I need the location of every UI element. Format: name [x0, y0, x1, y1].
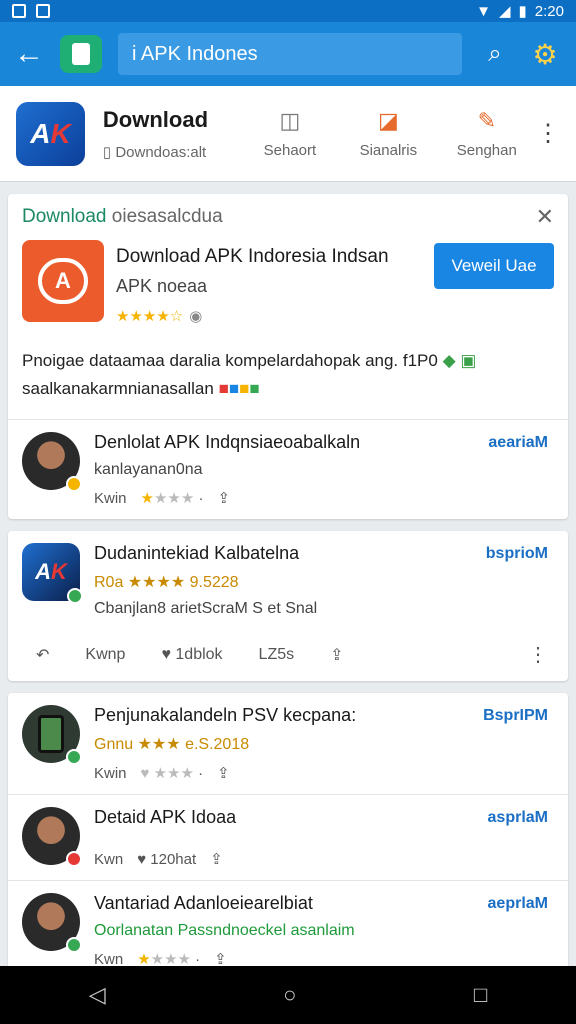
gear-icon[interactable]: ⚙: [528, 38, 562, 71]
action-link[interactable]: BsprIPM: [483, 707, 548, 725]
meta-label: Kwin: [94, 489, 127, 507]
rating-stars: ★★★★ ·: [140, 490, 204, 507]
list-item[interactable]: AK Dudanintekiad Kalbatelna R0a ★★★★ 9.5…: [8, 531, 568, 630]
post-actions: ↶ Kwnp ♥ 1dblok LZ5s ⇪ ⋮: [8, 630, 568, 681]
battery-icon: ▮: [518, 3, 527, 20]
apk-app-icon: AK: [22, 543, 83, 604]
header-tab-3[interactable]: ✎ Senghan: [438, 108, 536, 159]
promo-app-icon[interactable]: A: [22, 240, 104, 322]
system-nav-bar: ◁ ○ □: [0, 966, 576, 1024]
header-tab-1-label: Sehaort: [263, 142, 317, 159]
promo-label-a: Download: [22, 206, 107, 227]
status-bar: ▼ ◢ ▮ 2:20: [0, 0, 576, 22]
app-bar: ← i APK Indones ⌕ ⚙: [0, 22, 576, 86]
list-item-sub: Oorlanatan Passndnoeckel asanlaim: [94, 922, 355, 939]
avatar: [22, 432, 82, 492]
meta-label: Kwn: [94, 850, 124, 868]
like-button[interactable]: ♥ 1dblok: [161, 646, 222, 664]
search-query: i APK Indones: [132, 42, 258, 65]
header-tab-2[interactable]: ◪ Sianalris: [339, 108, 437, 159]
clock: 2:20: [534, 2, 564, 20]
header-tab-1[interactable]: ◫ Sehaort: [241, 108, 339, 159]
list-item[interactable]: Penjunakalandeln PSV kecpana: Gnnu ★★★ e…: [8, 693, 568, 794]
reply-icon[interactable]: ↶: [36, 645, 49, 665]
share-icon[interactable]: ⇪: [330, 645, 343, 665]
chat-icon: ◫: [279, 108, 301, 133]
list-item-title: Denlolat APK Indqnsiaeoabalkaln: [94, 432, 361, 452]
emoji-badges-icon: ■: [218, 379, 229, 398]
header-subtitle-text: Downdoas:alt: [115, 143, 207, 161]
signal-icon: ◢: [498, 3, 511, 20]
action-link[interactable]: asprlaM: [488, 809, 548, 827]
mail-icon: [36, 4, 50, 18]
post-card: AK Dudanintekiad Kalbatelna R0a ★★★★ 9.5…: [8, 531, 568, 681]
list-item-rating: R0a ★★★★ 9.5228: [94, 574, 239, 591]
action-3[interactable]: LZ5s: [259, 646, 295, 664]
back-arrow-icon[interactable]: ←: [14, 37, 44, 71]
page-title: Download: [102, 106, 209, 132]
avatar: [22, 893, 82, 953]
list-card: Penjunakalandeln PSV kecpana: Gnnu ★★★ e…: [8, 693, 568, 980]
share-icon[interactable]: ⇪: [217, 489, 230, 507]
meta-label: Kwin: [94, 764, 127, 782]
search-icon[interactable]: ⌕: [478, 40, 512, 68]
list-item-meta: Kwin ★★★★ · ⇪: [94, 489, 554, 508]
list-item-meta: Kwin ♥ ★★★ · ⇪: [94, 764, 554, 783]
list-item-title: Vantariad Adanloeiearelbiat: [94, 893, 313, 913]
wifi-icon: ▼: [476, 2, 491, 20]
action-link[interactable]: bsprioM: [486, 545, 548, 563]
rating-stars: ♥ ★★★ ·: [140, 765, 204, 782]
like-count: ♥ 120hat: [137, 850, 197, 868]
list-item[interactable]: Detaid APK Idoaa Kwn ♥ 120hat ⇪ asprlaM: [8, 794, 568, 880]
promo-card: Download oiesasalcdua ✕ A Download APK I…: [8, 194, 568, 519]
share-icon[interactable]: ⇪: [217, 764, 230, 782]
list-item-sub: Gnnu ★★★ e.S.2018: [94, 736, 250, 753]
promo-label-b: oiesasalcdua: [111, 206, 223, 227]
phone-app-icon: [22, 705, 82, 765]
inbox-icon: ◪: [377, 108, 399, 133]
share-icon[interactable]: ⇪: [210, 850, 223, 868]
action-link[interactable]: aeprlaM: [488, 895, 548, 913]
list-item[interactable]: Vantariad Adanloeiearelbiat Oorlanatan P…: [8, 880, 568, 980]
header-tab-2-label: Sianalris: [359, 142, 418, 159]
home-icon[interactable]: ○: [283, 982, 296, 1008]
promo-stars: ★★★★☆: [116, 308, 184, 325]
meta-label: Kwn: [94, 950, 124, 968]
globe-icon: ◉: [189, 308, 203, 325]
like-count-value: 120hat: [150, 850, 197, 868]
list-item-meta: Kwn ♥ 120hat ⇪: [94, 850, 554, 869]
list-item[interactable]: Denlolat APK Indqnsiaeoabalkaln kanlayan…: [8, 419, 568, 519]
more-menu-icon[interactable]: ⋮: [536, 119, 560, 148]
install-button[interactable]: Veweil Uae: [434, 243, 554, 289]
back-icon[interactable]: ◁: [89, 982, 106, 1008]
badge-icons: ◆ ▣: [442, 351, 477, 370]
app-header: AK Download ▯ Downdoas:alt ◫ Sehaort ◪ S…: [0, 86, 576, 182]
store-bag-icon[interactable]: [60, 35, 102, 73]
avatar: [22, 807, 82, 867]
list-item-sub: Cbanjlan8 arietScraM S et Snal: [94, 600, 318, 617]
promo-desc-line1: Pnoigae dataamaa daralia kompelardahopak…: [22, 351, 438, 370]
promo-rating: ★★★★☆ ◉: [116, 307, 554, 325]
action-1[interactable]: Kwnp: [85, 646, 125, 664]
list-item-sub: kanlayanan0na: [94, 461, 203, 478]
header-subtitle: ▯ Downdoas:alt: [102, 143, 207, 161]
notification-icon: [12, 4, 26, 18]
promo-description: Pnoigae dataamaa daralia kompelardahopak…: [22, 351, 477, 398]
promo-desc-line2: saalkanakarmnianasallan: [22, 379, 214, 398]
close-icon[interactable]: ✕: [536, 204, 554, 230]
like-count: 1dblok: [175, 645, 223, 663]
edit-icon: ✎: [477, 108, 497, 133]
apk-logo: AK: [16, 101, 85, 166]
more-options-icon[interactable]: ⋮: [528, 642, 548, 667]
install-button-label: Veweil Uae: [451, 256, 537, 275]
recents-icon[interactable]: □: [474, 982, 487, 1008]
list-item-title: Detaid APK Idoaa: [94, 807, 237, 827]
promo-label: Download oiesasalcdua: [22, 206, 223, 228]
search-field[interactable]: i APK Indones: [118, 33, 462, 75]
header-tab-3-label: Senghan: [456, 142, 517, 159]
action-link[interactable]: aeariaM: [488, 434, 548, 452]
